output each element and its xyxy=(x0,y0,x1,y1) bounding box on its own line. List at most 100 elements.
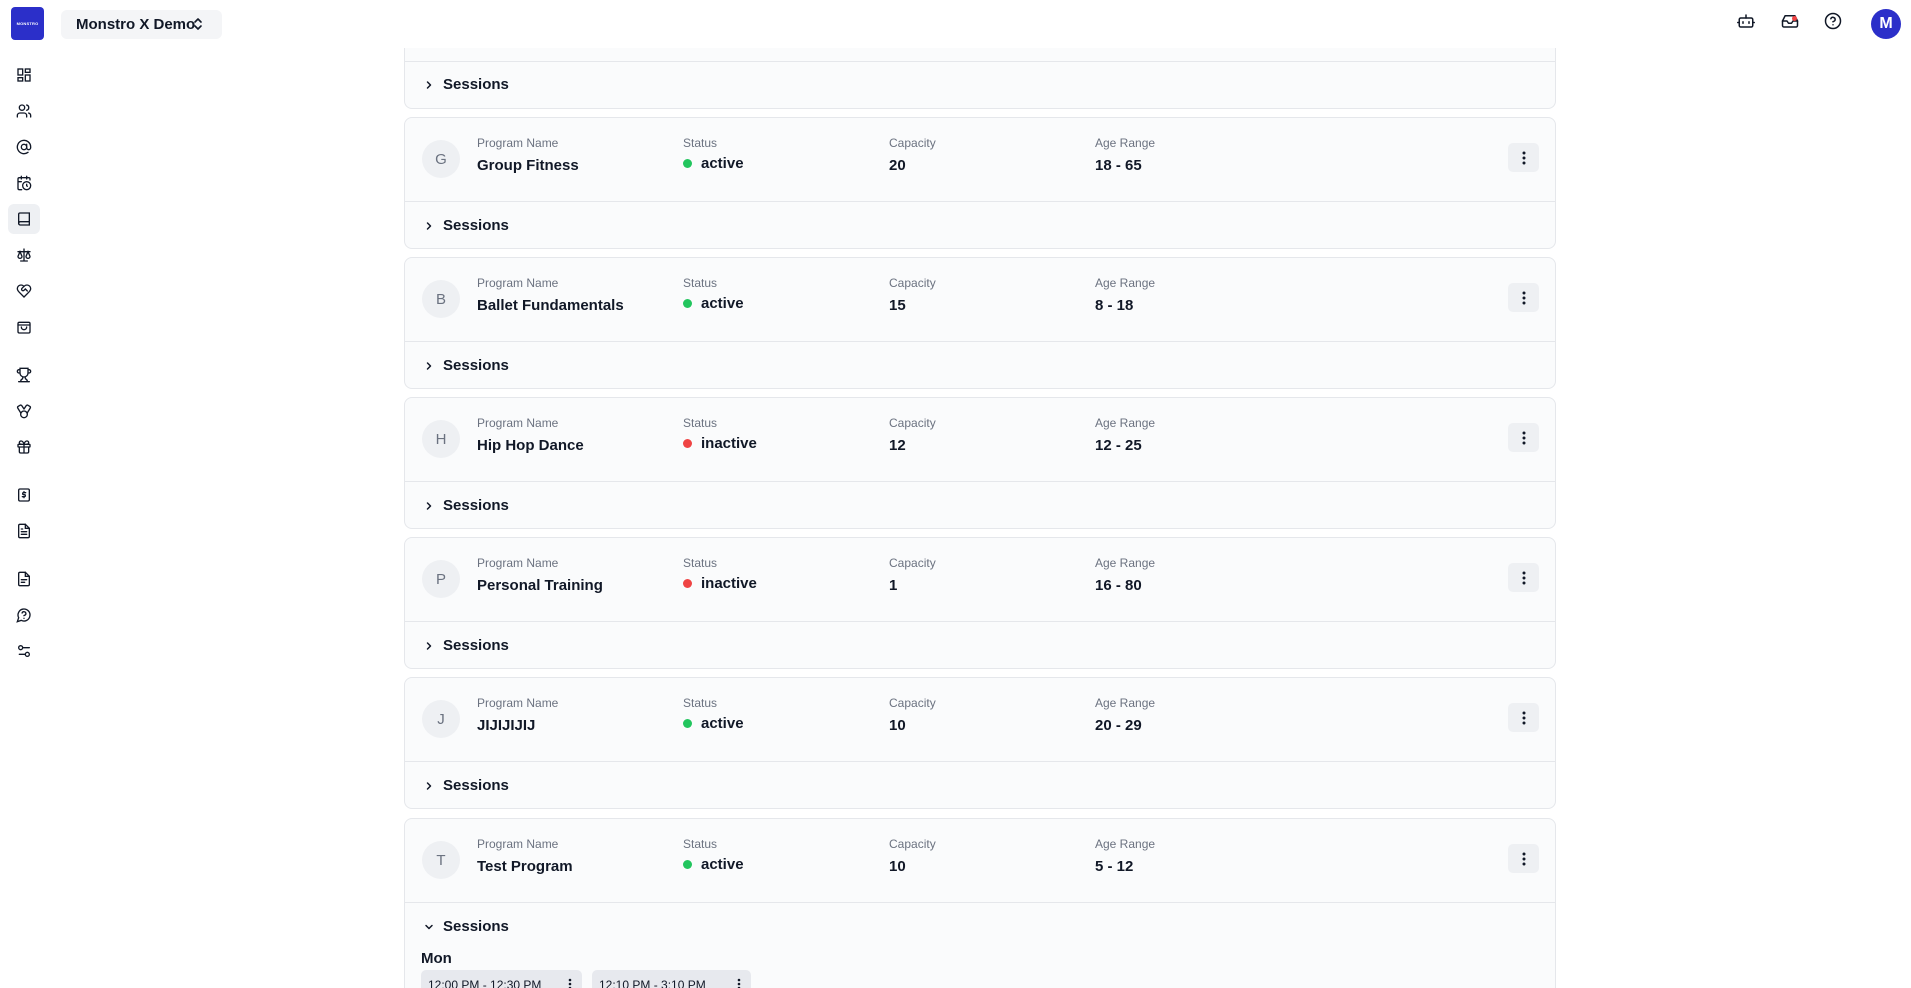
sidebar-item-shop[interactable] xyxy=(8,312,40,342)
more-options-button[interactable] xyxy=(1508,703,1539,732)
sessions-toggle[interactable]: Sessions xyxy=(423,918,509,935)
sidebar-item-dashboard[interactable] xyxy=(8,60,40,90)
sessions-toggle[interactable]: Sessions xyxy=(423,76,509,93)
more-options-button[interactable] xyxy=(1508,563,1539,592)
sidebar-item-achievements[interactable] xyxy=(8,360,40,390)
bot-icon[interactable] xyxy=(1737,12,1755,30)
inbox-icon[interactable] xyxy=(1781,12,1799,30)
status-dot xyxy=(683,860,692,869)
sidebar-item-gifts[interactable] xyxy=(8,432,40,462)
dollar-receipt-icon xyxy=(18,488,30,502)
status-badge: active xyxy=(683,155,744,172)
program-row: P Program Name Personal Training Status … xyxy=(405,538,1555,622)
sidebar-item-members[interactable] xyxy=(8,96,40,126)
trophy-icon xyxy=(16,367,32,383)
program-card: G Program Name Group Fitness Status acti… xyxy=(404,117,1556,249)
more-vertical-icon[interactable] xyxy=(737,978,741,988)
capacity-value: 10 xyxy=(889,858,906,875)
sidebar-item-contacts[interactable] xyxy=(8,132,40,162)
sidebar-item-settings[interactable] xyxy=(8,636,40,666)
app-logo[interactable]: MONSTRO xyxy=(11,7,44,40)
status-badge: active xyxy=(683,856,744,873)
status-dot xyxy=(683,719,692,728)
capacity-label: Capacity xyxy=(889,696,936,710)
help-circle-icon[interactable] xyxy=(1824,12,1842,30)
status-dot xyxy=(683,439,692,448)
at-sign-icon xyxy=(16,139,32,155)
status-label: Status xyxy=(683,136,718,150)
sessions-label: Sessions xyxy=(443,357,509,374)
sidebar-item-support[interactable] xyxy=(8,600,40,630)
capacity-label: Capacity xyxy=(889,837,936,851)
program-card: P Program Name Personal Training Status … xyxy=(404,537,1556,669)
program-name: JIJIJIJIJ xyxy=(477,717,536,734)
users-icon xyxy=(16,104,32,118)
status-value: active xyxy=(701,715,744,732)
status-badge: active xyxy=(683,295,744,312)
more-vertical-icon[interactable] xyxy=(568,978,572,988)
more-options-button[interactable] xyxy=(1508,143,1539,172)
sidebar-item-invoices[interactable] xyxy=(8,516,40,546)
program-name-label: Program Name xyxy=(477,837,559,851)
program-name-label: Program Name xyxy=(477,556,559,570)
more-vertical-icon xyxy=(1522,291,1525,304)
status-label: Status xyxy=(683,837,718,851)
dashboard-icon xyxy=(17,68,31,82)
session-slot[interactable]: 12:10 PM - 3:10 PM xyxy=(592,970,751,988)
age-range-label: Age Range xyxy=(1095,837,1156,851)
session-slot[interactable]: 12:00 PM - 12:30 PM xyxy=(421,970,582,988)
sessions-toggle[interactable]: Sessions xyxy=(423,777,509,794)
scale-icon xyxy=(17,248,31,262)
user-avatar[interactable]: M xyxy=(1871,9,1901,39)
status-label: Status xyxy=(683,416,718,430)
capacity-label: Capacity xyxy=(889,556,936,570)
program-name: Ballet Fundamentals xyxy=(477,297,624,314)
program-name: Group Fitness xyxy=(477,157,579,174)
sessions-toggle[interactable]: Sessions xyxy=(423,217,509,234)
sidebar-item-programs[interactable] xyxy=(8,204,40,234)
settings-sliders-icon xyxy=(17,645,30,657)
program-initial: G xyxy=(422,140,460,178)
more-vertical-icon xyxy=(1522,151,1525,164)
program-initial: H xyxy=(422,420,460,458)
document-icon xyxy=(18,571,30,587)
program-name-label: Program Name xyxy=(477,136,559,150)
program-card-partial: Sessions xyxy=(404,48,1556,109)
gift-icon xyxy=(17,440,31,454)
status-value: inactive xyxy=(701,575,757,592)
org-switcher[interactable]: Monstro X Demo xyxy=(61,10,222,39)
age-range-value: 5 - 12 xyxy=(1095,858,1134,875)
program-row: B Program Name Ballet Fundamentals Statu… xyxy=(405,258,1555,342)
status-value: active xyxy=(701,295,744,312)
sidebar-item-rewards[interactable] xyxy=(8,396,40,426)
program-card: B Program Name Ballet Fundamentals Statu… xyxy=(404,257,1556,389)
program-card-expanded: T Program Name Test Program Status activ… xyxy=(404,818,1556,988)
sidebar-item-loyalty[interactable] xyxy=(8,276,40,306)
sidebar-item-schedule[interactable] xyxy=(8,168,40,198)
age-range-label: Age Range xyxy=(1095,556,1156,570)
chevron-down-icon xyxy=(425,924,433,929)
program-row: T Program Name Test Program Status activ… xyxy=(405,819,1555,903)
program-name-label: Program Name xyxy=(477,696,559,710)
sessions-toggle[interactable]: Sessions xyxy=(423,637,509,654)
age-range-value: 8 - 18 xyxy=(1095,297,1134,314)
more-options-button[interactable] xyxy=(1508,844,1539,873)
sidebar-item-documents[interactable] xyxy=(8,564,40,594)
capacity-value: 12 xyxy=(889,437,906,454)
sessions-toggle[interactable]: Sessions xyxy=(423,497,509,514)
more-vertical-icon xyxy=(1522,571,1525,584)
medal-icon xyxy=(16,404,32,419)
more-options-button[interactable] xyxy=(1508,283,1539,312)
age-range-value: 16 - 80 xyxy=(1095,577,1142,594)
session-day: Mon xyxy=(421,950,452,967)
capacity-value: 10 xyxy=(889,717,906,734)
programs-list: Sessions G Program Name Group Fitness St… xyxy=(404,0,1556,988)
sessions-toggle[interactable]: Sessions xyxy=(423,357,509,374)
calendar-clock-icon xyxy=(17,175,32,191)
age-range-value: 12 - 25 xyxy=(1095,437,1142,454)
sidebar-item-billing[interactable] xyxy=(8,480,40,510)
program-card: J Program Name JIJIJIJIJ Status active C… xyxy=(404,677,1556,809)
sidebar-item-contracts[interactable] xyxy=(8,240,40,270)
age-range-label: Age Range xyxy=(1095,276,1156,290)
more-options-button[interactable] xyxy=(1508,423,1539,452)
